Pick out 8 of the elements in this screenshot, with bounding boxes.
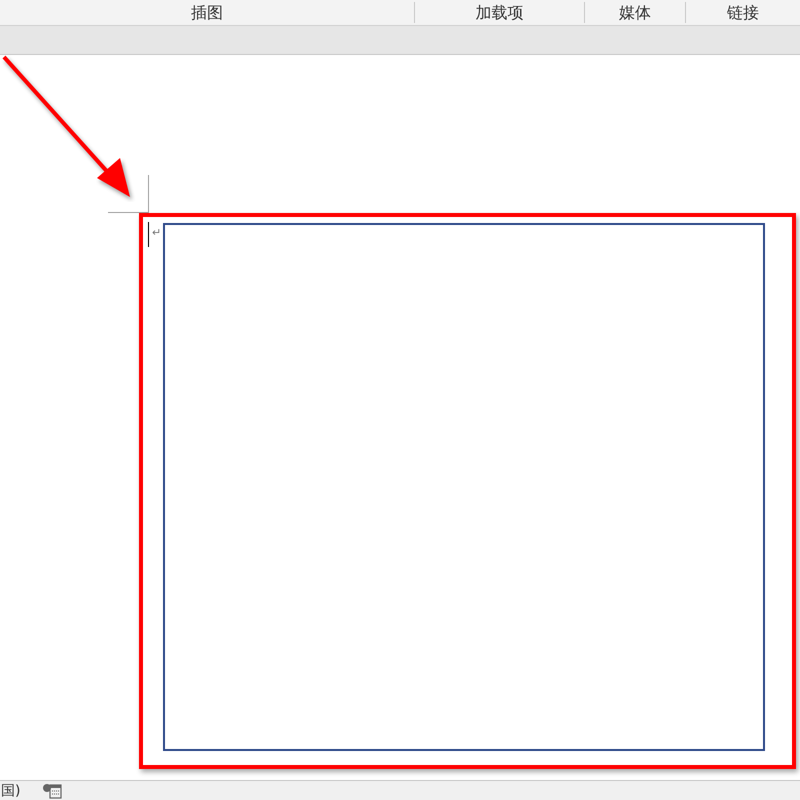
ribbon-group-label: 媒体	[619, 2, 651, 23]
text-cursor	[148, 222, 149, 247]
language-indicator[interactable]: 国)	[1, 782, 20, 800]
ribbon-group-label: 加载项	[476, 2, 524, 23]
ribbon-group-label: 插图	[191, 2, 223, 23]
document-icon[interactable]	[42, 782, 64, 798]
ribbon-group-label: 链接	[727, 2, 759, 23]
paragraph-mark: ↵	[152, 227, 162, 239]
